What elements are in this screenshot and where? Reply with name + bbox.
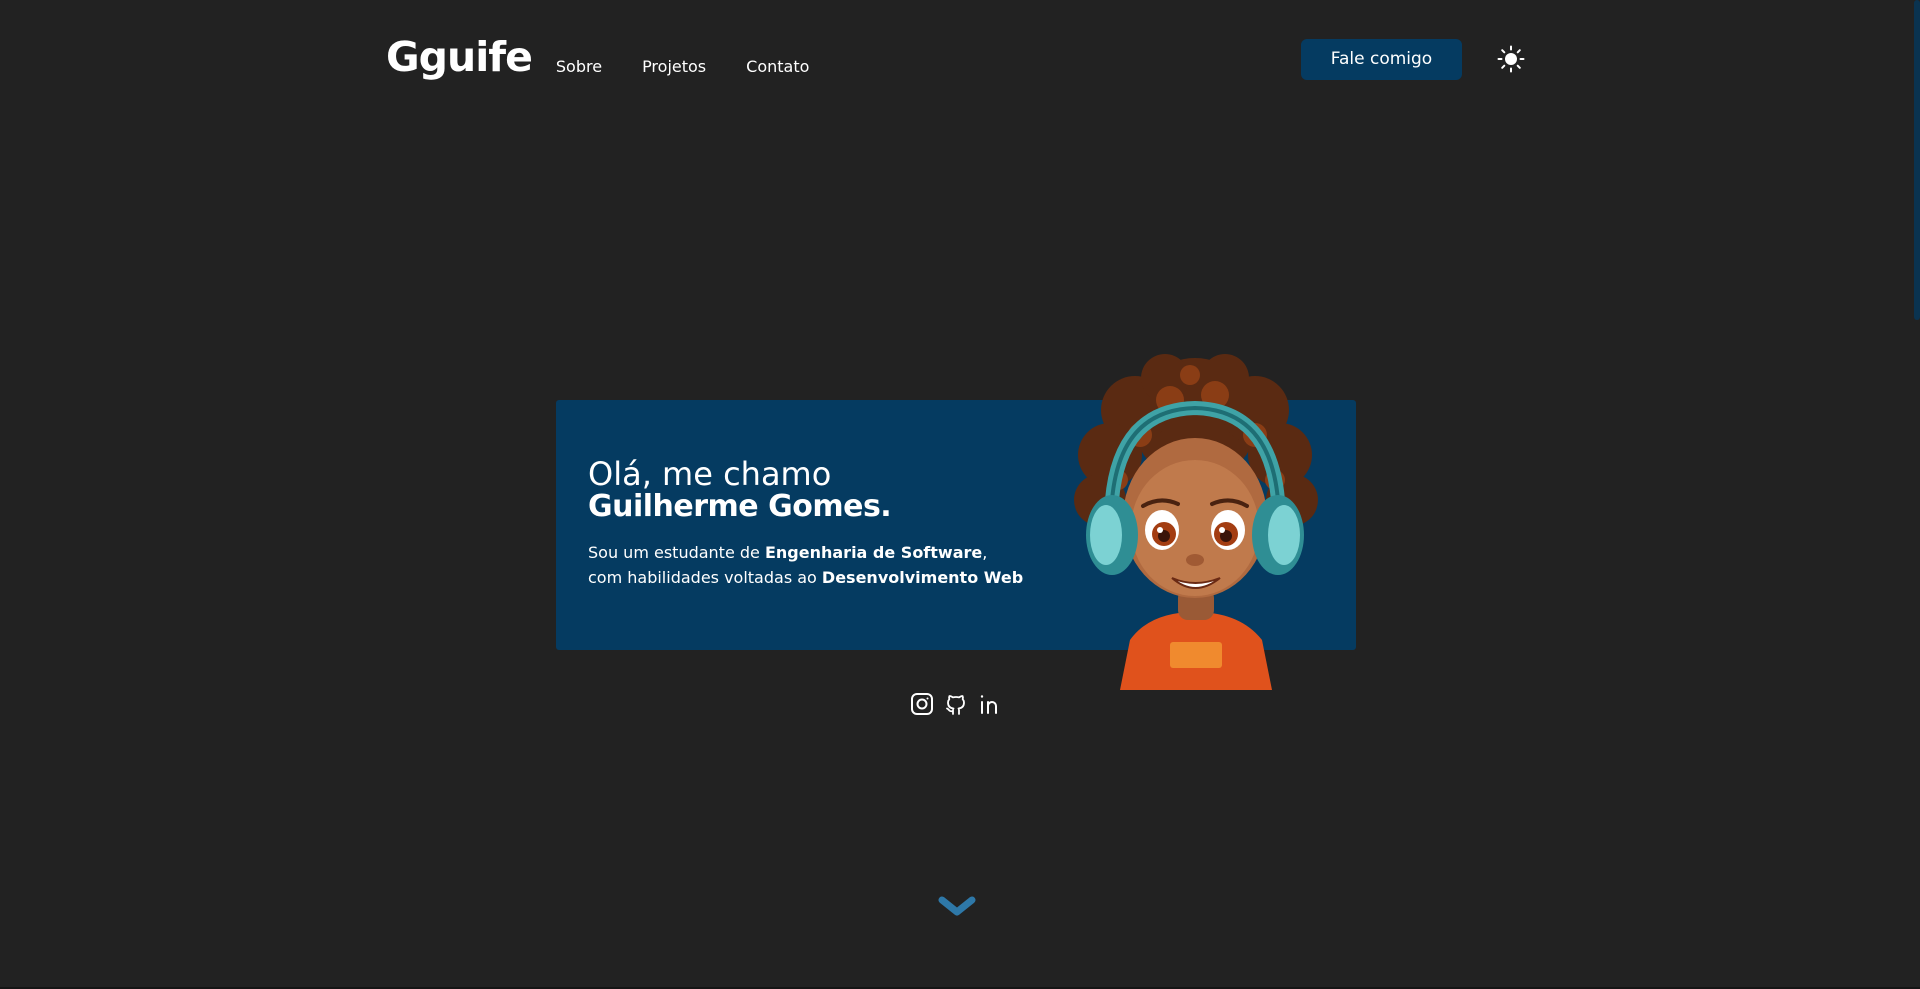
contact-button[interactable]: Fale comigo [1301, 38, 1462, 80]
scrollbar-thumb[interactable] [1914, 0, 1920, 320]
desc-text: , [982, 543, 988, 562]
desc-highlight-web: Desenvolvimento Web [821, 568, 1024, 587]
instagram-link[interactable] [910, 692, 934, 716]
hero-greeting: Olá, me chamo [588, 455, 832, 493]
hero-text: Olá, me chamo Guilherme Gomes. Sou um es… [588, 458, 1023, 590]
desc-text: com habilidades voltadas ao [588, 568, 822, 587]
linkedin-link[interactable] [978, 692, 1002, 716]
nav-link-projetos[interactable]: Projetos [642, 57, 706, 76]
scroll-down-chevron-icon[interactable] [938, 894, 976, 918]
desc-text: Sou um estudante de [588, 543, 765, 562]
sun-icon [1497, 45, 1525, 73]
social-links [910, 692, 1002, 716]
site-logo[interactable]: Gguife [386, 36, 533, 78]
header-actions: Fale comigo [1301, 38, 1526, 80]
linkedin-icon [980, 695, 997, 714]
hero-description: Sou um estudante de Engenharia de Softwa… [588, 540, 1023, 590]
nav-link-sobre[interactable]: Sobre [556, 57, 602, 76]
nav-link-contato[interactable]: Contato [746, 57, 809, 76]
site-header: Gguife Sobre Projetos Contato Fale comig… [386, 28, 1526, 92]
desc-highlight-software: Engenharia de Software [764, 543, 983, 562]
hero-description-line-1: Sou um estudante de Engenharia de Softwa… [588, 540, 1023, 565]
avatar-illustration [1074, 354, 1318, 690]
instagram-icon [911, 693, 933, 715]
github-link[interactable] [944, 692, 968, 716]
github-icon [946, 695, 965, 715]
hero-description-line-2: com habilidades voltadas ao Desenvolvime… [588, 565, 1023, 590]
main-nav: Sobre Projetos Contato [556, 57, 810, 76]
page: Gguife Sobre Projetos Contato Fale comig… [0, 0, 1920, 989]
theme-toggle-button[interactable] [1496, 44, 1526, 74]
hero-name: Guilherme Gomes. [588, 489, 892, 524]
